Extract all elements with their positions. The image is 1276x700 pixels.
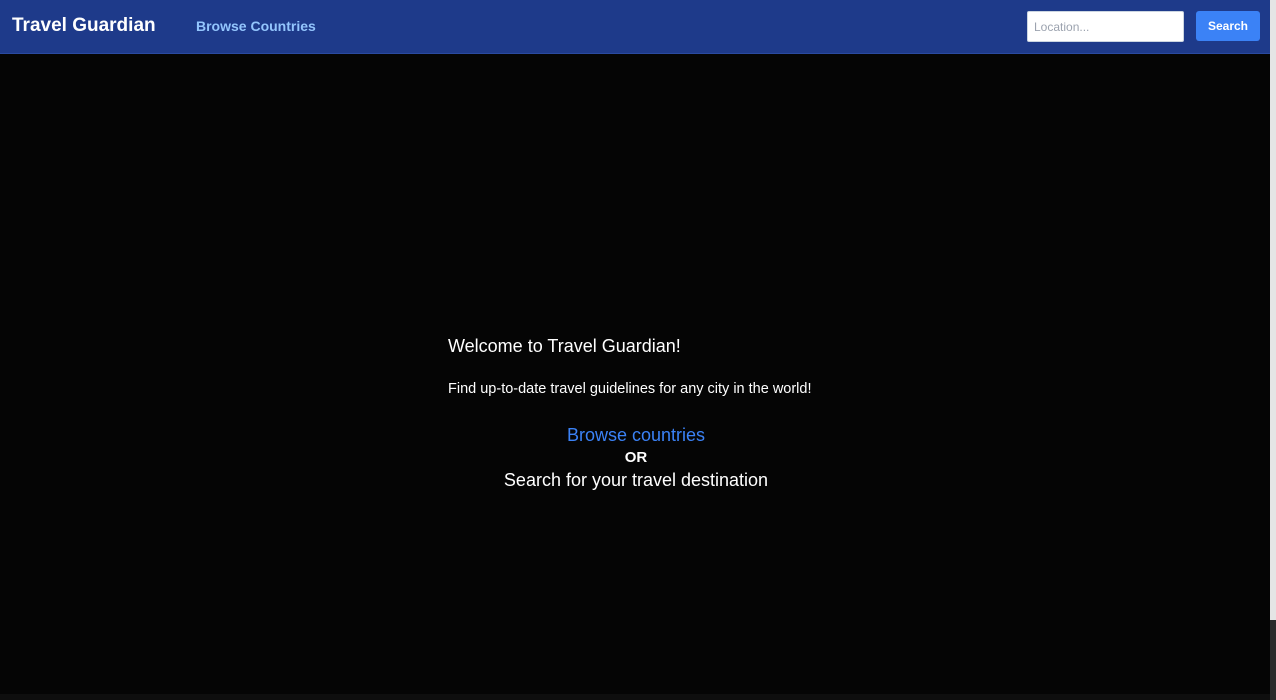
browse-countries-link[interactable]: Browse countries	[448, 424, 824, 446]
page-bottom-edge	[0, 694, 1270, 700]
search-button[interactable]: Search	[1196, 11, 1260, 41]
hero-section: Welcome to Travel Guardian! Find up-to-d…	[448, 334, 824, 491]
hero-actions: Browse countries OR Search for your trav…	[448, 424, 824, 491]
scrollbar-track[interactable]	[1270, 0, 1276, 700]
nav-browse-countries-link[interactable]: Browse Countries	[196, 18, 316, 34]
search-prompt-text: Search for your travel destination	[503, 470, 769, 490]
location-search-input[interactable]	[1027, 11, 1184, 42]
welcome-heading: Welcome to Travel Guardian!	[448, 336, 681, 356]
or-separator: OR	[624, 449, 648, 466]
scrollbar-thumb[interactable]	[1270, 0, 1276, 620]
brand-logo[interactable]: Travel Guardian	[12, 15, 156, 37]
top-navbar: Travel Guardian Browse Countries Search	[0, 0, 1270, 54]
tagline-text: Find up-to-date travel guidelines for an…	[448, 381, 812, 397]
